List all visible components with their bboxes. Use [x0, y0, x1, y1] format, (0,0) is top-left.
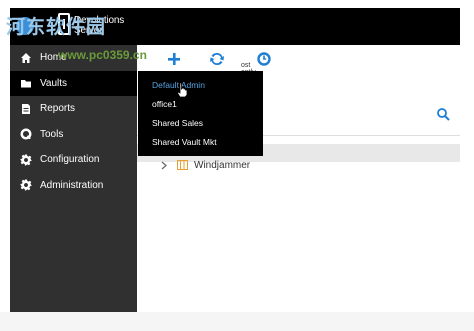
- vault-icon: [19, 77, 32, 90]
- bottom-margin: [0, 312, 474, 331]
- chevron-right-icon[interactable]: [161, 160, 169, 170]
- watermark-text: 河东软件园: [6, 17, 107, 38]
- sidebar-item-label: Configuration: [40, 154, 100, 166]
- sidebar: Home Vaults Reports Tools Configuration: [10, 45, 137, 312]
- tools-icon: [19, 128, 32, 141]
- vault-option-default-admin[interactable]: Default Admin: [138, 76, 263, 95]
- recent-icon[interactable]: [255, 50, 273, 68]
- vault-option-shared-sales[interactable]: Shared Sales: [138, 114, 263, 133]
- watermark-url: www.pc0359.cn: [58, 48, 147, 62]
- sidebar-item-label: Vaults: [40, 77, 68, 89]
- sidebar-item-reports[interactable]: Reports: [10, 96, 137, 122]
- tree-item-windjammer[interactable]: Windjammer: [161, 157, 250, 173]
- sidebar-item-label: Administration: [40, 179, 104, 191]
- sidebar-item-label: Reports: [40, 103, 76, 115]
- vault-dropdown: Default Admin office1 Shared Sales Share…: [138, 71, 263, 156]
- tree-item-label: Windjammer: [194, 159, 251, 171]
- sidebar-item-administration[interactable]: Administration: [10, 173, 137, 199]
- report-icon: [19, 102, 32, 115]
- hand-cursor-icon: [176, 82, 188, 98]
- admin-gear-icon: [19, 179, 32, 192]
- refresh-icon[interactable]: [208, 50, 226, 68]
- vault-option-shared-vault-mkt[interactable]: Shared Vault Mkt: [138, 133, 263, 152]
- sidebar-item-vaults[interactable]: Vaults: [10, 70, 137, 96]
- sidebar-item-tools[interactable]: Tools: [10, 122, 137, 148]
- add-icon[interactable]: [165, 50, 183, 68]
- search-icon[interactable]: [436, 107, 450, 121]
- sidebar-item-label: Tools: [40, 128, 64, 140]
- sidebar-item-configuration[interactable]: Configuration: [10, 147, 137, 173]
- folder-icon: [177, 160, 188, 170]
- vault-option-office1[interactable]: office1: [138, 95, 263, 114]
- gear-icon: [19, 153, 32, 166]
- home-icon: [19, 51, 32, 64]
